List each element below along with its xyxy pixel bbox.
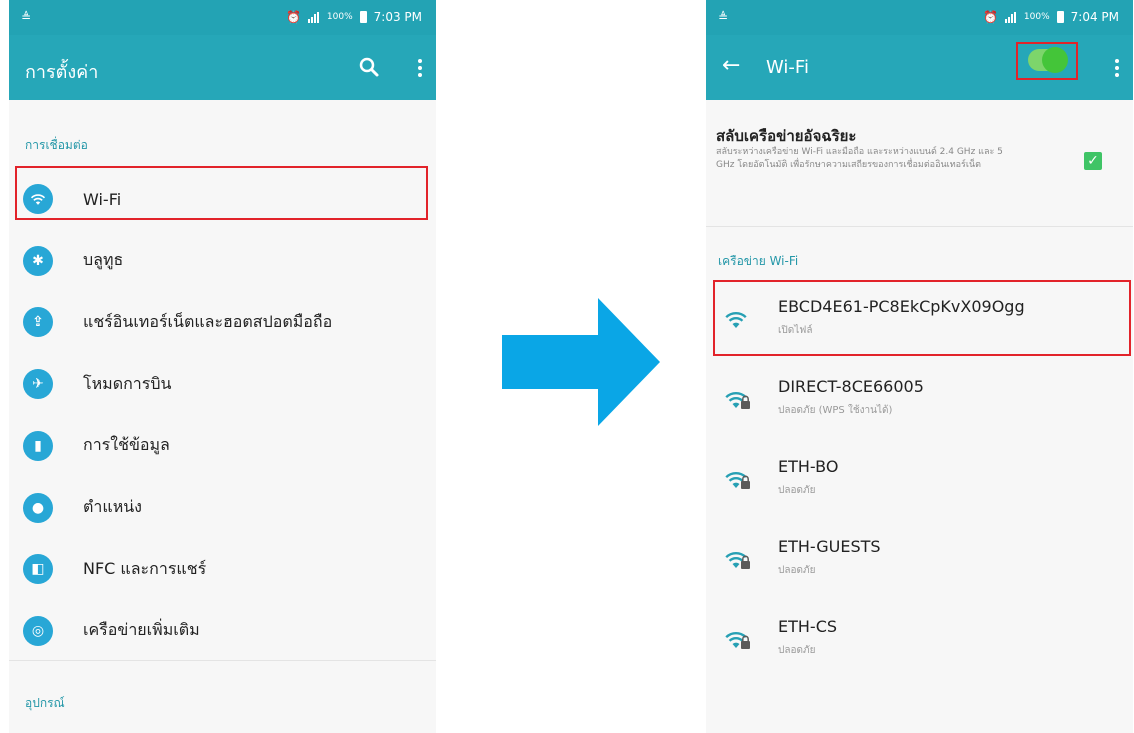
settings-item-label: NFC และการแชร์ [83,558,207,578]
network-status: ปลอดภัย [778,645,816,656]
status-time: 7:03 PM [373,10,422,24]
wifi-locked-icon [725,632,750,649]
settings-item-bluetooth[interactable]: ✱ บลูทูธ [9,230,436,292]
smart-network-switch[interactable]: สลับเครือข่ายอัจฉริยะ สลับระหว่างเครือข่… [706,100,1133,218]
wifi-locked-icon [725,392,750,409]
settings-item-location[interactable]: ● ตำแหน่ง [9,477,436,539]
section-header-networks: เครือข่าย Wi-Fi [718,254,799,268]
more-networks-icon: ◎ [23,615,53,646]
network-status: ปลอดภัย (WPS ใช้งานได้) [778,405,893,416]
network-name: ETH-GUESTS [778,537,881,556]
settings-item-label: การใช้ข้อมูล [83,435,170,455]
status-bar: ≜ ⏰ 100% 7:03 PM [9,0,436,35]
settings-item-airplane[interactable]: ✈ โหมดการบิน [9,353,436,415]
wifi-locked-icon [725,472,750,489]
more-options-icon[interactable] [1115,59,1119,77]
battery-icon [1056,11,1064,23]
battery-percent: 100% [326,12,353,22]
settings-item-tethering[interactable]: ⇪ แชร์อินเทอร์เน็ตและฮอตสปอตมือถือ [9,291,436,353]
network-status: ปลอดภัย [778,485,816,496]
settings-item-label: แชร์อินเทอร์เน็ตและฮอตสปอตมือถือ [83,311,333,331]
notification-icon: ≜ [21,10,32,24]
airplane-icon: ✈ [23,369,53,400]
network-item[interactable]: ETH-BO ปลอดภัย [706,443,1133,515]
battery-icon [359,11,367,23]
settings-item-label: โหมดการบิน [83,373,172,393]
network-name: ETH-CS [778,617,838,636]
back-arrow-icon[interactable]: ← [722,53,740,78]
status-time: 7:04 PM [1070,10,1119,24]
alarm-icon: ⏰ [982,10,998,24]
divider [9,660,436,661]
settings-item-label: บลูทูธ [83,250,124,270]
network-item[interactable]: ETH-GUESTS ปลอดภัย [706,523,1133,595]
network-item[interactable]: DIRECT-8CE66005 ปลอดภัย (WPS ใช้งานได้) [706,363,1133,435]
settings-item-nfc[interactable]: ◧ NFC และการแชร์ [9,538,436,600]
tethering-icon: ⇪ [23,307,53,338]
app-bar: การตั้งค่า [9,35,436,100]
alarm-icon: ⏰ [285,10,301,24]
wifi-screen: ≜ ⏰ 100% 7:04 PM ← Wi-Fi สลับเครือข่ายอั… [706,0,1133,733]
settings-item-label: ตำแหน่ง [83,497,142,516]
settings-item-data-usage[interactable]: ▮ การใช้ข้อมูล [9,415,436,477]
section-header-device: อุปกรณ์ [25,696,65,710]
highlight-box-network [713,280,1131,356]
section-header-connections: การเชื่อมต่อ [25,138,88,152]
bluetooth-icon: ✱ [23,245,53,276]
signal-icon [307,11,320,23]
page-title: Wi-Fi [766,57,809,78]
battery-percent: 100% [1023,12,1050,22]
divider [706,226,1133,227]
network-status: ปลอดภัย [778,565,816,576]
right-arrow-icon [502,298,660,426]
network-name: ETH-BO [778,457,839,476]
smart-switch-checkbox[interactable]: ✓ [1084,152,1102,170]
location-icon: ● [23,492,53,523]
settings-screen: ≜ ⏰ 100% 7:03 PM การตั้งค่า การเชื่อมต่อ… [9,0,436,733]
network-item[interactable]: ETH-CS ปลอดภัย [706,603,1133,675]
data-usage-icon: ▮ [23,430,53,461]
notification-icon: ≜ [718,10,729,24]
smart-switch-description: สลับระหว่างเครือข่าย Wi-Fi และมือถือ และ… [716,147,1003,170]
network-name: DIRECT-8CE66005 [778,377,924,396]
settings-item-more-networks[interactable]: ◎ เครือข่ายเพิ่มเติม [9,600,436,662]
highlight-box-toggle [1016,42,1078,80]
status-bar: ≜ ⏰ 100% 7:04 PM [706,0,1133,35]
nfc-icon: ◧ [23,554,53,585]
settings-item-label: เครือข่ายเพิ่มเติม [83,620,200,640]
highlight-box-wifi [15,166,428,220]
search-icon[interactable] [357,55,381,79]
signal-icon [1004,11,1017,23]
page-title: การตั้งค่า [25,62,99,83]
wifi-locked-icon [725,552,750,569]
more-options-icon[interactable] [418,59,422,77]
smart-switch-title: สลับเครือข่ายอัจฉริยะ [716,127,857,145]
